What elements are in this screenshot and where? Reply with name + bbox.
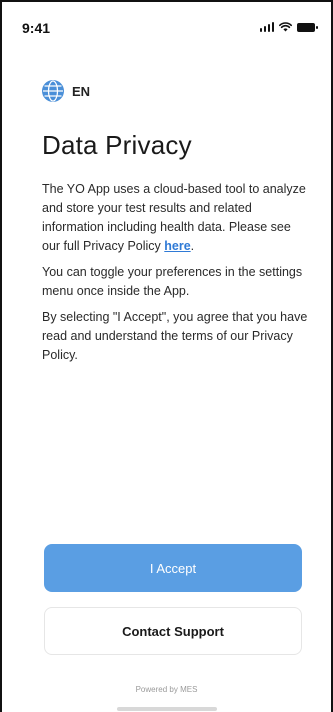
battery-icon (297, 23, 318, 32)
status-bar: 9:41 (2, 2, 331, 52)
paragraph-1-suffix: . (190, 239, 195, 253)
globe-icon (42, 80, 64, 102)
status-icons (259, 22, 318, 32)
language-code: EN (72, 83, 91, 99)
privacy-policy-link[interactable]: here (164, 239, 190, 253)
privacy-paragraph-2: You can toggle your preferences in the s… (42, 265, 303, 298)
language-selector[interactable]: EN (42, 80, 90, 102)
powered-by-text: Powered by MES (135, 685, 198, 694)
privacy-text: The YO App uses a cloud-based tool to an… (42, 180, 312, 372)
privacy-paragraph-3: By selecting "I Accept", you agree that … (42, 310, 308, 362)
phone-screen: 9:41 EN Data Privacy The YO App uses a c… (0, 0, 333, 712)
page-title: Data Privacy (42, 130, 192, 160)
home-indicator (117, 707, 217, 711)
accept-button[interactable]: I Accept (44, 544, 302, 592)
privacy-paragraph-1: The YO App uses a cloud-based tool to an… (42, 180, 312, 256)
signal-icon (259, 22, 274, 32)
status-time: 9:41 (22, 20, 51, 36)
wifi-icon (279, 22, 292, 32)
contact-support-button[interactable]: Contact Support (44, 607, 302, 655)
